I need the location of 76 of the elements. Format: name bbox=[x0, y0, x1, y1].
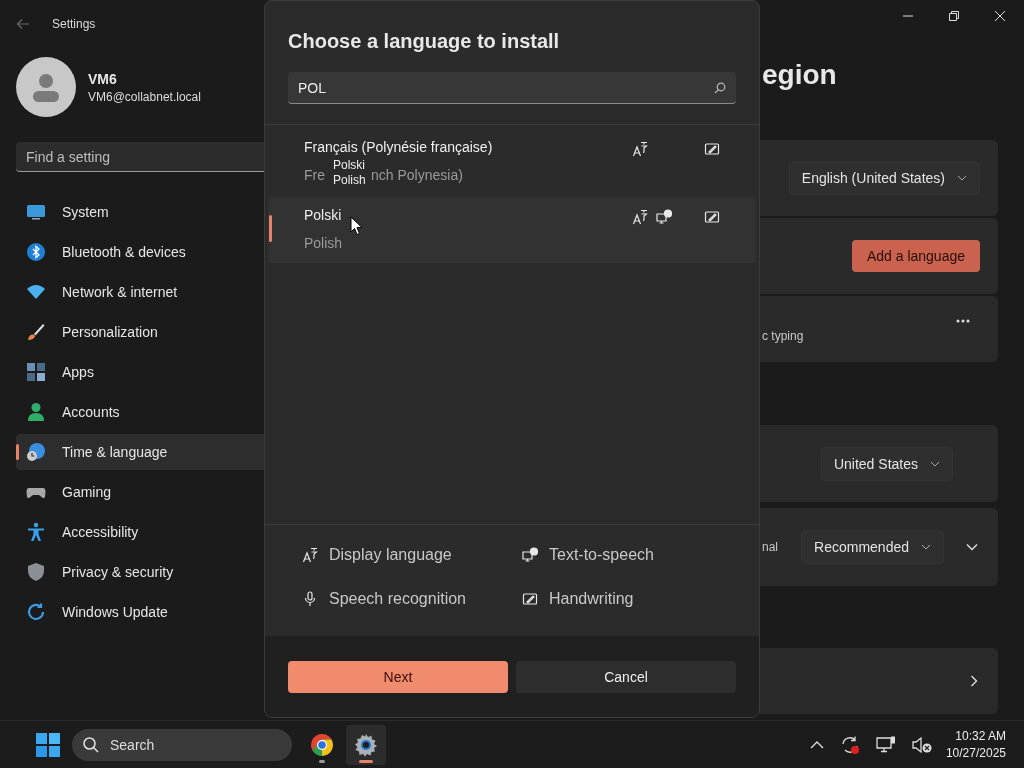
shield-icon bbox=[26, 562, 46, 582]
tooltip-text: Polish bbox=[333, 172, 365, 188]
person-icon bbox=[26, 402, 46, 422]
search-field[interactable]: POL bbox=[288, 72, 736, 104]
more-icon[interactable] bbox=[956, 319, 970, 323]
window-title: Settings bbox=[52, 17, 96, 31]
clock-date[interactable]: 10/27/2025 bbox=[945, 744, 1006, 762]
gear-icon bbox=[354, 732, 378, 757]
sync-icon[interactable] bbox=[839, 734, 860, 755]
language-subtitle: Fre bbox=[304, 166, 325, 184]
back-arrow-icon[interactable] bbox=[16, 18, 30, 30]
monitor-icon bbox=[26, 202, 46, 222]
language-name: Polski bbox=[304, 206, 343, 224]
nav-item[interactable]: Accessibility bbox=[16, 514, 296, 550]
restore-icon[interactable] bbox=[948, 10, 960, 22]
language-subtitle: nch Polynesia) bbox=[371, 166, 463, 184]
globe-clock-icon bbox=[26, 442, 46, 462]
brush-icon bbox=[26, 322, 46, 342]
dialog-title: Choose a language to install bbox=[288, 29, 561, 53]
nav-item[interactable]: Accounts bbox=[16, 394, 296, 430]
nav-item[interactable]: Network & internet bbox=[16, 274, 296, 310]
chevron-up-icon[interactable] bbox=[809, 740, 824, 749]
clock-time[interactable]: 10:32 AM bbox=[955, 727, 1006, 745]
microphone-icon bbox=[302, 591, 318, 607]
user-email: VM6@collabnet.local bbox=[88, 89, 201, 104]
muted-speaker-icon[interactable] bbox=[911, 735, 932, 754]
browser-icon bbox=[310, 732, 334, 757]
update-icon bbox=[26, 602, 46, 622]
taskbar-app[interactable] bbox=[346, 724, 386, 765]
bluetooth-icon bbox=[26, 242, 46, 262]
nav-item[interactable]: Gaming bbox=[16, 474, 296, 510]
legend-label: Speech recognition bbox=[329, 590, 466, 608]
monitor-speech-icon bbox=[522, 547, 538, 563]
chevron-down-icon bbox=[930, 460, 940, 467]
monitor-speech-icon bbox=[656, 209, 672, 225]
language-name: Français (Polynésie française) bbox=[304, 138, 494, 156]
legend-label: Display language bbox=[329, 546, 452, 564]
chevron-right-icon[interactable] bbox=[970, 675, 978, 687]
tooltip-text: Polski bbox=[333, 157, 365, 173]
user-name: VM6 bbox=[88, 70, 118, 87]
pen-icon bbox=[704, 141, 720, 157]
pen-icon bbox=[704, 209, 720, 225]
legend-label: Handwriting bbox=[549, 590, 634, 608]
avatar-icon bbox=[16, 57, 76, 117]
next-button[interactable]: Next bbox=[288, 661, 508, 693]
accessibility-icon bbox=[26, 522, 46, 542]
chevron-down-icon bbox=[957, 175, 967, 181]
language-subtitle: Polish bbox=[304, 234, 343, 252]
close-icon[interactable] bbox=[994, 10, 1006, 22]
chevron-down-icon[interactable] bbox=[966, 543, 978, 551]
nav-item[interactable]: Personalization bbox=[16, 314, 296, 350]
language-icon bbox=[632, 209, 648, 225]
nav-item[interactable]: Apps bbox=[16, 354, 296, 390]
page-title: egion bbox=[762, 59, 837, 91]
taskbar-search[interactable]: Search bbox=[72, 728, 292, 761]
start-icon[interactable] bbox=[36, 732, 60, 757]
language-row[interactable]: Polski Polish bbox=[268, 197, 756, 263]
apps-icon bbox=[26, 362, 46, 382]
nav-item[interactable]: Privacy & security bbox=[16, 554, 296, 590]
cancel-button[interactable]: Cancel bbox=[516, 661, 736, 693]
search-icon bbox=[82, 735, 100, 754]
language-icon bbox=[302, 547, 318, 563]
cursor-icon bbox=[350, 216, 363, 236]
dropdown[interactable]: Recommended bbox=[801, 530, 944, 564]
chevron-down-icon bbox=[921, 544, 931, 550]
dropdown[interactable]: English (United States) bbox=[788, 161, 980, 195]
legend-label: Text-to-speech bbox=[549, 546, 654, 564]
dropdown[interactable]: United States bbox=[820, 446, 953, 481]
search-icon bbox=[714, 81, 726, 94]
nav-item[interactable]: Windows Update bbox=[16, 594, 296, 630]
setting-label: nal bbox=[762, 540, 778, 554]
language-icon bbox=[632, 141, 648, 157]
network-icon[interactable] bbox=[875, 735, 896, 754]
setting-label: c typing bbox=[762, 329, 804, 343]
add-language-button[interactable]: Add a language bbox=[851, 240, 980, 272]
pen-icon bbox=[522, 591, 538, 607]
